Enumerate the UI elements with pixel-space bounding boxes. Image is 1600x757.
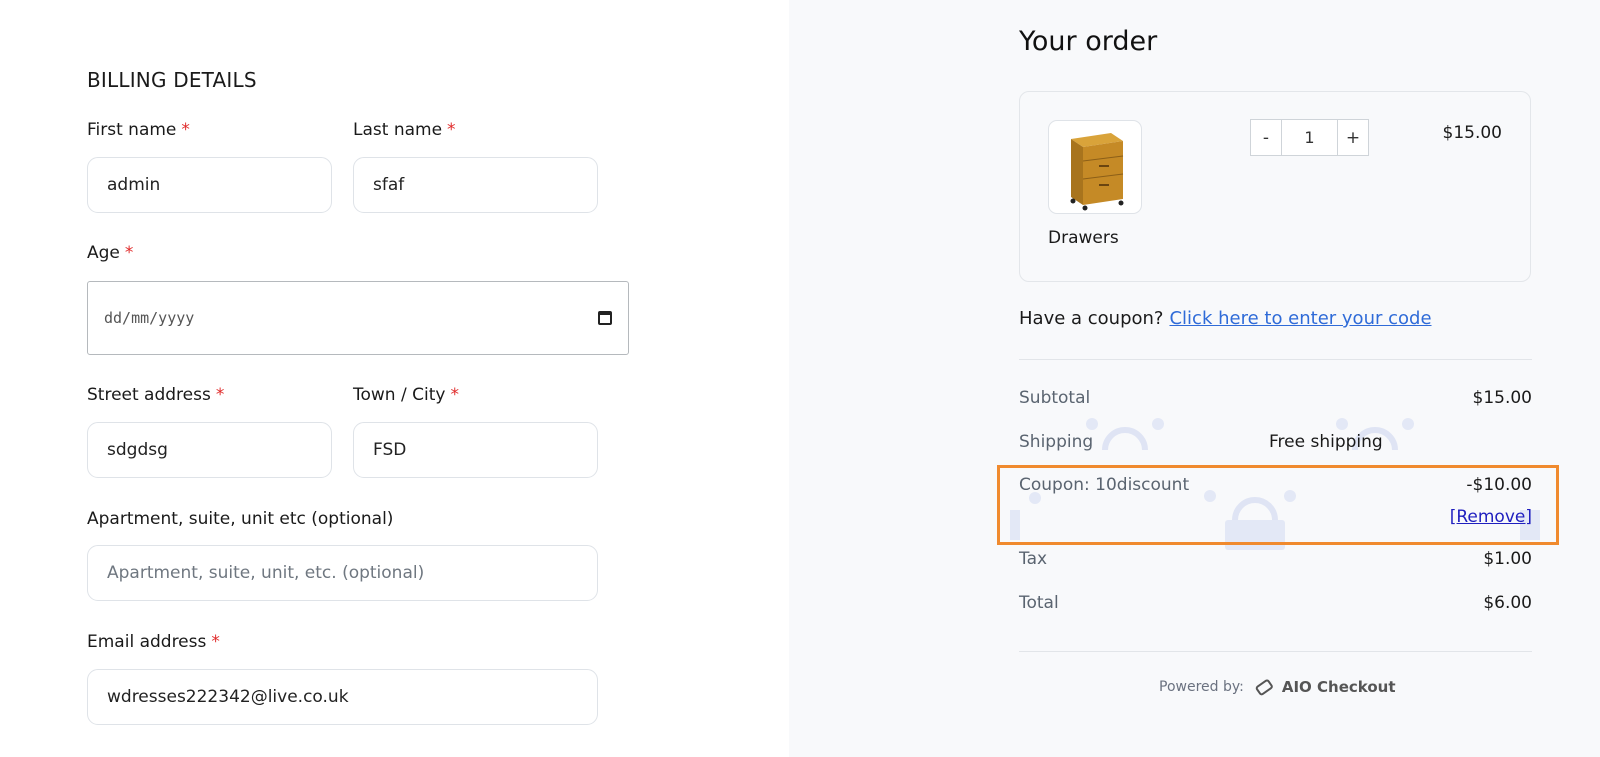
divider	[1019, 359, 1532, 360]
age-date-input[interactable]: dd/mm/yyyy	[87, 281, 629, 355]
first-name-input[interactable]: admin	[87, 157, 332, 213]
apartment-label: Apartment, suite, unit etc (optional)	[87, 509, 394, 529]
street-address-label-text: Street address	[87, 385, 211, 405]
apartment-input[interactable]: Apartment, suite, unit, etc. (optional)	[87, 545, 598, 601]
last-name-label: Last name *	[353, 120, 456, 140]
total-label: Total	[1019, 593, 1059, 613]
required-mark: *	[211, 632, 220, 652]
coupon-prompt-text: Have a coupon?	[1019, 308, 1164, 329]
town-city-label: Town / City *	[353, 385, 459, 405]
required-mark: *	[181, 120, 190, 140]
quantity-stepper: - 1 +	[1250, 119, 1369, 156]
product-name: Drawers	[1048, 228, 1119, 248]
required-mark: *	[450, 385, 459, 405]
enter-coupon-link[interactable]: Click here to enter your code	[1169, 308, 1431, 329]
drawers-product-image	[1048, 120, 1142, 214]
powered-by: Powered by: AIO Checkout	[1159, 677, 1396, 697]
first-name-label: First name *	[87, 120, 190, 140]
last-name-input[interactable]: sfaf	[353, 157, 598, 213]
email-label-text: Email address	[87, 632, 207, 652]
required-mark: *	[215, 385, 225, 405]
order-title: Your order	[1019, 26, 1158, 57]
total-value: $6.00	[1483, 593, 1532, 613]
email-input[interactable]: wdresses222342@live.co.uk	[87, 669, 598, 725]
last-name-label-text: Last name	[353, 120, 443, 140]
coupon-prompt-row: Have a coupon? Click here to enter your c…	[1019, 308, 1432, 329]
street-address-label: Street address *	[87, 385, 224, 405]
town-city-input[interactable]: FSD	[353, 422, 598, 478]
town-city-label-text: Town / City	[353, 385, 446, 405]
order-item-card: Drawers - 1 + $15.00	[1019, 91, 1531, 282]
item-price: $15.00	[1442, 123, 1502, 143]
first-name-label-text: First name	[87, 120, 177, 140]
shipping-value: Free shipping	[1269, 432, 1383, 452]
coupon-highlight-box	[997, 465, 1559, 545]
street-address-input[interactable]: sdgdsg	[87, 422, 332, 478]
tax-value: $1.00	[1483, 549, 1532, 569]
powered-by-label: Powered by:	[1159, 679, 1244, 695]
age-label-text: Age	[87, 243, 120, 263]
calendar-icon[interactable]	[598, 311, 612, 325]
billing-title: BILLING DETAILS	[87, 68, 257, 92]
powered-by-brand[interactable]: AIO Checkout	[1282, 678, 1396, 696]
age-label: Age *	[87, 243, 133, 263]
quantity-decrement-button[interactable]: -	[1251, 120, 1281, 155]
billing-panel: BILLING DETAILS First name * admin Last n…	[0, 0, 789, 757]
age-date-placeholder: dd/mm/yyyy	[104, 309, 195, 327]
shipping-label: Shipping	[1019, 432, 1094, 452]
divider	[1019, 651, 1532, 652]
aio-checkout-logo-icon	[1255, 679, 1273, 696]
required-mark: *	[124, 243, 134, 263]
tax-label: Tax	[1019, 549, 1048, 569]
quantity-input[interactable]: 1	[1281, 120, 1338, 155]
subtotal-label: Subtotal	[1019, 388, 1091, 408]
quantity-increment-button[interactable]: +	[1338, 120, 1368, 155]
email-label: Email address *	[87, 632, 220, 652]
required-mark: *	[447, 120, 456, 140]
subtotal-value: $15.00	[1472, 388, 1532, 408]
